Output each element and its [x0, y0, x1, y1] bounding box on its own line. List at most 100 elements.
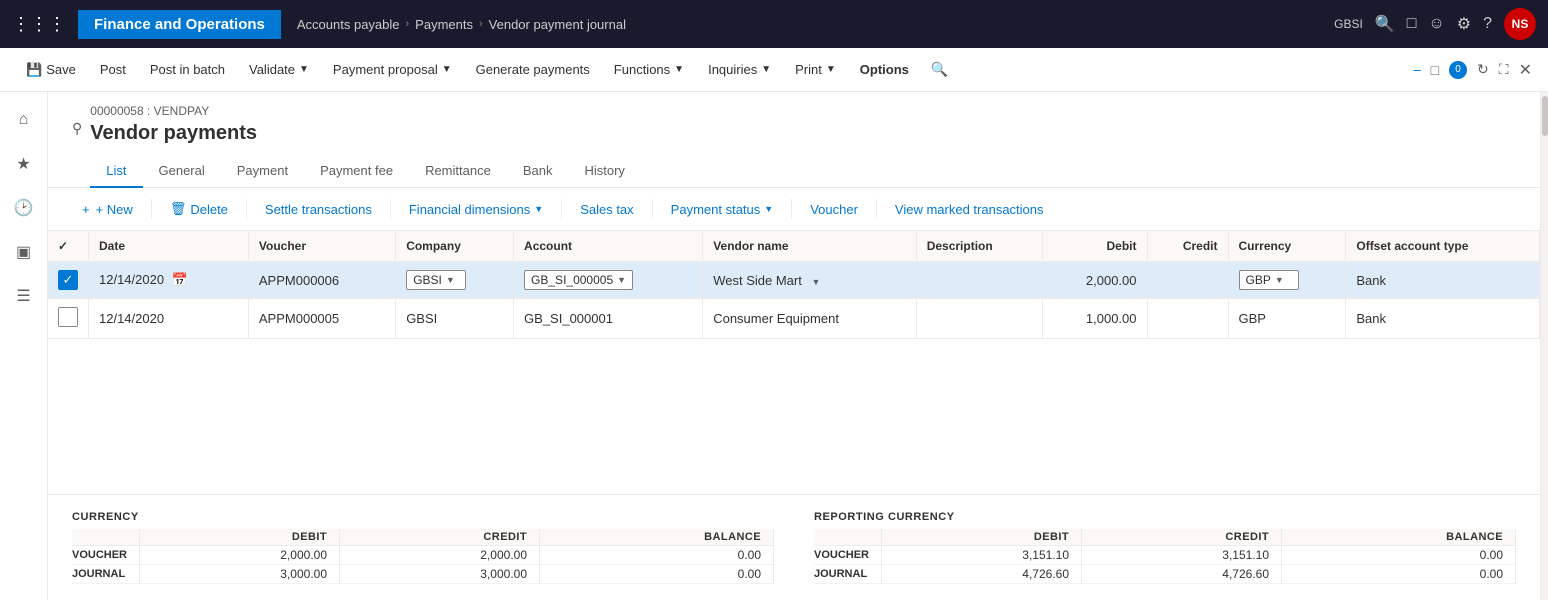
sidebar-home-icon[interactable]: ⌂ [4, 100, 44, 140]
post-button[interactable]: Post [90, 56, 136, 83]
app-grid-icon[interactable]: ⋮⋮⋮ [12, 14, 66, 35]
separator-4 [561, 199, 562, 219]
summary-grid: CURRENCY DEBIT CREDIT BALANCE [72, 511, 1516, 584]
company-dropdown[interactable]: GBSI ▼ [406, 270, 466, 290]
tab-general[interactable]: General [143, 155, 221, 188]
rep-voucher-label: VOUCHER [814, 546, 882, 565]
open-new-window-icon[interactable]: □ [1431, 62, 1439, 78]
row2-voucher: APPM000005 [248, 299, 395, 339]
row1-debit: 2,000.00 [1043, 262, 1147, 299]
filter-icon[interactable]: ⚲ [72, 120, 82, 137]
company-header: Company [396, 231, 514, 262]
sidebar-favorites-icon[interactable]: ★ [4, 144, 44, 184]
toolbar-search-icon[interactable]: 🔍 [931, 61, 948, 78]
sales-tax-button[interactable]: Sales tax [570, 197, 643, 222]
inquiries-button[interactable]: Inquiries ▼ [698, 56, 781, 83]
breadcrumb-accounts-payable[interactable]: Accounts payable [297, 17, 400, 32]
rep-journal-debit: 4,726.60 [882, 565, 1082, 584]
new-button[interactable]: + + New [72, 197, 143, 222]
sidebar-recent-icon[interactable]: 🕑 [4, 188, 44, 228]
save-icon: 💾 [26, 62, 42, 78]
row1-vendor-name: West Side Mart ▼ [703, 262, 917, 299]
breadcrumb: Accounts payable › Payments › Vendor pay… [297, 17, 1326, 32]
inquiries-arrow: ▼ [761, 64, 771, 75]
row1-currency: GBP ▼ [1228, 262, 1346, 299]
save-button[interactable]: 💾 Save [16, 56, 86, 84]
account-dropdown[interactable]: GB_SI_000005 ▼ [524, 270, 633, 290]
notification-badge: 0 [1449, 61, 1467, 79]
tab-history[interactable]: History [568, 155, 640, 188]
rep-journal-balance: 0.00 [1282, 565, 1516, 584]
currency-title: CURRENCY [72, 511, 774, 523]
currency-journal-credit: 3,000.00 [340, 565, 540, 584]
main-layout: ⌂ ★ 🕑 ▣ ☰ ⚲ 00000058 : VENDPAY Vendor pa… [0, 92, 1548, 600]
functions-button[interactable]: Functions ▼ [604, 56, 694, 83]
rep-voucher-credit: 3,151.10 [1082, 546, 1282, 565]
notification-icon[interactable]: □ [1407, 15, 1417, 33]
personalize-icon[interactable]: ⎯ [1414, 61, 1421, 78]
row1-description[interactable] [916, 262, 1043, 299]
financial-dimensions-arrow: ▼ [534, 204, 543, 214]
rep-journal-label: JOURNAL [814, 565, 882, 584]
select-all-header[interactable]: ✓ [48, 231, 89, 262]
financial-dimensions-button[interactable]: Financial dimensions ▼ [399, 197, 553, 222]
breadcrumb-payments[interactable]: Payments [415, 17, 473, 32]
options-button[interactable]: Options [850, 56, 919, 83]
delete-button[interactable]: 🗑 Delete [160, 196, 238, 222]
currency-journal-label: JOURNAL [72, 565, 140, 584]
tab-bank[interactable]: Bank [507, 155, 569, 188]
sidebar-modules-icon[interactable]: ☰ [4, 276, 44, 316]
search-icon[interactable]: 🔍 [1375, 14, 1395, 34]
tabs: List General Payment Payment fee Remitta… [90, 155, 641, 187]
currency-journal-debit: 3,000.00 [140, 565, 340, 584]
tab-payment-fee[interactable]: Payment fee [304, 155, 409, 188]
sidebar-workspaces-icon[interactable]: ▣ [4, 232, 44, 272]
scrollbar-thumb[interactable] [1542, 96, 1548, 136]
top-bar: ⋮⋮⋮ Finance and Operations Accounts paya… [0, 0, 1548, 48]
table-row[interactable]: 12/14/2020 APPM000005 GBSI GB_SI_000001 … [48, 299, 1540, 339]
row2-description[interactable] [916, 299, 1043, 339]
close-icon[interactable]: ✕ [1519, 60, 1532, 80]
calendar-icon[interactable]: 📅 [172, 272, 188, 287]
row2-checkbox[interactable] [48, 299, 89, 339]
table-row[interactable]: ✓ 12/14/2020 📅 APPM000006 GBSI ▼ [48, 262, 1540, 299]
fullscreen-icon[interactable]: ⛶ [1499, 61, 1509, 78]
main-toolbar: 💾 Save Post Post in batch Validate ▼ Pay… [0, 48, 1548, 92]
refresh-icon[interactable]: ↻ [1477, 61, 1489, 78]
smiley-icon[interactable]: ☺ [1428, 15, 1444, 33]
rep-voucher-balance: 0.00 [1282, 546, 1516, 565]
main-content: ⚲ 00000058 : VENDPAY Vendor payments Lis… [48, 92, 1540, 600]
vendor-name-dropdown-arrow[interactable]: ▼ [811, 277, 820, 287]
print-button[interactable]: Print ▼ [785, 56, 846, 83]
settings-icon[interactable]: ⚙ [1457, 14, 1471, 34]
payment-status-button[interactable]: Payment status ▼ [661, 197, 784, 222]
tab-list[interactable]: List [90, 155, 142, 188]
rep-voucher-row: VOUCHER 3,151.10 3,151.10 0.00 [814, 546, 1516, 565]
validate-dropdown-arrow: ▼ [299, 64, 309, 75]
print-arrow: ▼ [826, 64, 836, 75]
rep-label-header [814, 529, 882, 546]
generate-payments-button[interactable]: Generate payments [466, 56, 600, 83]
avatar[interactable]: NS [1504, 8, 1536, 40]
plus-icon: + [82, 202, 90, 217]
row2-company: GBSI [396, 299, 514, 339]
currency-dropdown[interactable]: GBP ▼ [1239, 270, 1299, 290]
row1-checkbox[interactable]: ✓ [48, 262, 89, 299]
payment-proposal-button[interactable]: Payment proposal ▼ [323, 56, 462, 83]
validate-button[interactable]: Validate ▼ [239, 56, 319, 83]
help-icon[interactable]: ? [1483, 15, 1492, 33]
view-marked-transactions-button[interactable]: View marked transactions [885, 197, 1054, 222]
scrollbar[interactable] [1540, 92, 1548, 600]
breadcrumb-current: Vendor payment journal [489, 17, 626, 32]
settle-transactions-button[interactable]: Settle transactions [255, 197, 382, 222]
row2-checkbox-cell[interactable] [58, 307, 78, 327]
separator-2 [246, 199, 247, 219]
post-in-batch-button[interactable]: Post in batch [140, 56, 235, 83]
currency-dropdown-arrow: ▼ [1275, 275, 1284, 285]
rep-journal-row: JOURNAL 4,726.60 4,726.60 0.00 [814, 565, 1516, 584]
separator-5 [652, 199, 653, 219]
tab-payment[interactable]: Payment [221, 155, 304, 188]
row1-checkbox-cell[interactable]: ✓ [58, 270, 78, 290]
voucher-button[interactable]: Voucher [800, 197, 868, 222]
tab-remittance[interactable]: Remittance [409, 155, 507, 188]
